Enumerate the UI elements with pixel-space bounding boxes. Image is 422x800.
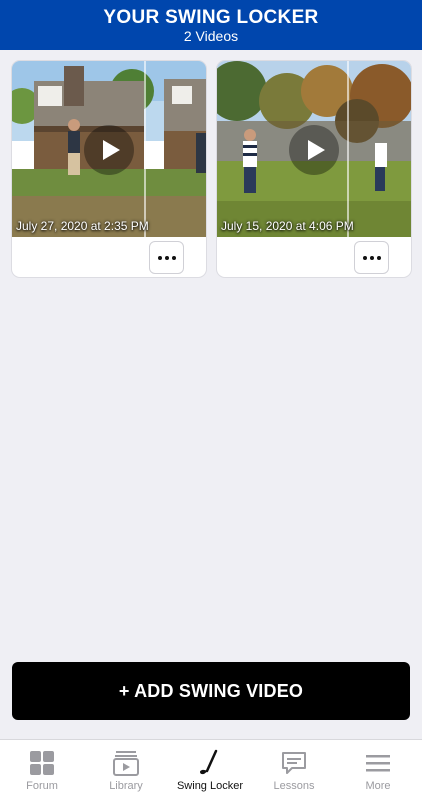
tab-label: Lessons <box>273 780 315 792</box>
tab-label: Forum <box>26 780 58 792</box>
video-thumbnail[interactable]: July 27, 2020 at 2:35 PM <box>12 61 206 237</box>
play-icon[interactable] <box>289 125 339 175</box>
video-date: July 15, 2020 at 4:06 PM <box>221 219 354 233</box>
video-count: 2 Videos <box>183 28 239 44</box>
video-card[interactable]: July 15, 2020 at 4:06 PM <box>217 61 411 277</box>
video-thumbnail[interactable]: July 15, 2020 at 4:06 PM <box>217 61 411 237</box>
tab-label: More <box>365 780 391 792</box>
grid-icon <box>30 751 54 775</box>
video-library-icon <box>113 751 139 776</box>
tab-label: Swing Locker <box>176 780 244 792</box>
golf-club-icon <box>200 749 218 775</box>
bottom-tab-bar: Forum Library Swing Locker Lessons More <box>0 739 422 800</box>
video-card[interactable]: July 27, 2020 at 2:35 PM <box>12 61 206 277</box>
tab-swing-locker[interactable]: Swing Locker <box>168 740 252 800</box>
page-title: YOUR SWING LOCKER <box>103 7 319 28</box>
tab-forum[interactable]: Forum <box>0 740 84 800</box>
chat-bubble-icon <box>282 752 306 774</box>
tab-label: Library <box>109 780 143 792</box>
more-options-button[interactable] <box>149 241 184 274</box>
video-date: July 27, 2020 at 2:35 PM <box>16 219 149 233</box>
tab-lessons[interactable]: Lessons <box>252 740 336 800</box>
header-bar: YOUR SWING LOCKER 2 Videos <box>0 0 422 50</box>
tab-library[interactable]: Library <box>84 740 168 800</box>
hamburger-menu-icon <box>366 755 390 772</box>
add-swing-video-button[interactable]: + ADD SWING VIDEO <box>12 662 410 720</box>
play-icon[interactable] <box>84 125 134 175</box>
more-options-button[interactable] <box>354 241 389 274</box>
tab-more[interactable]: More <box>336 740 420 800</box>
